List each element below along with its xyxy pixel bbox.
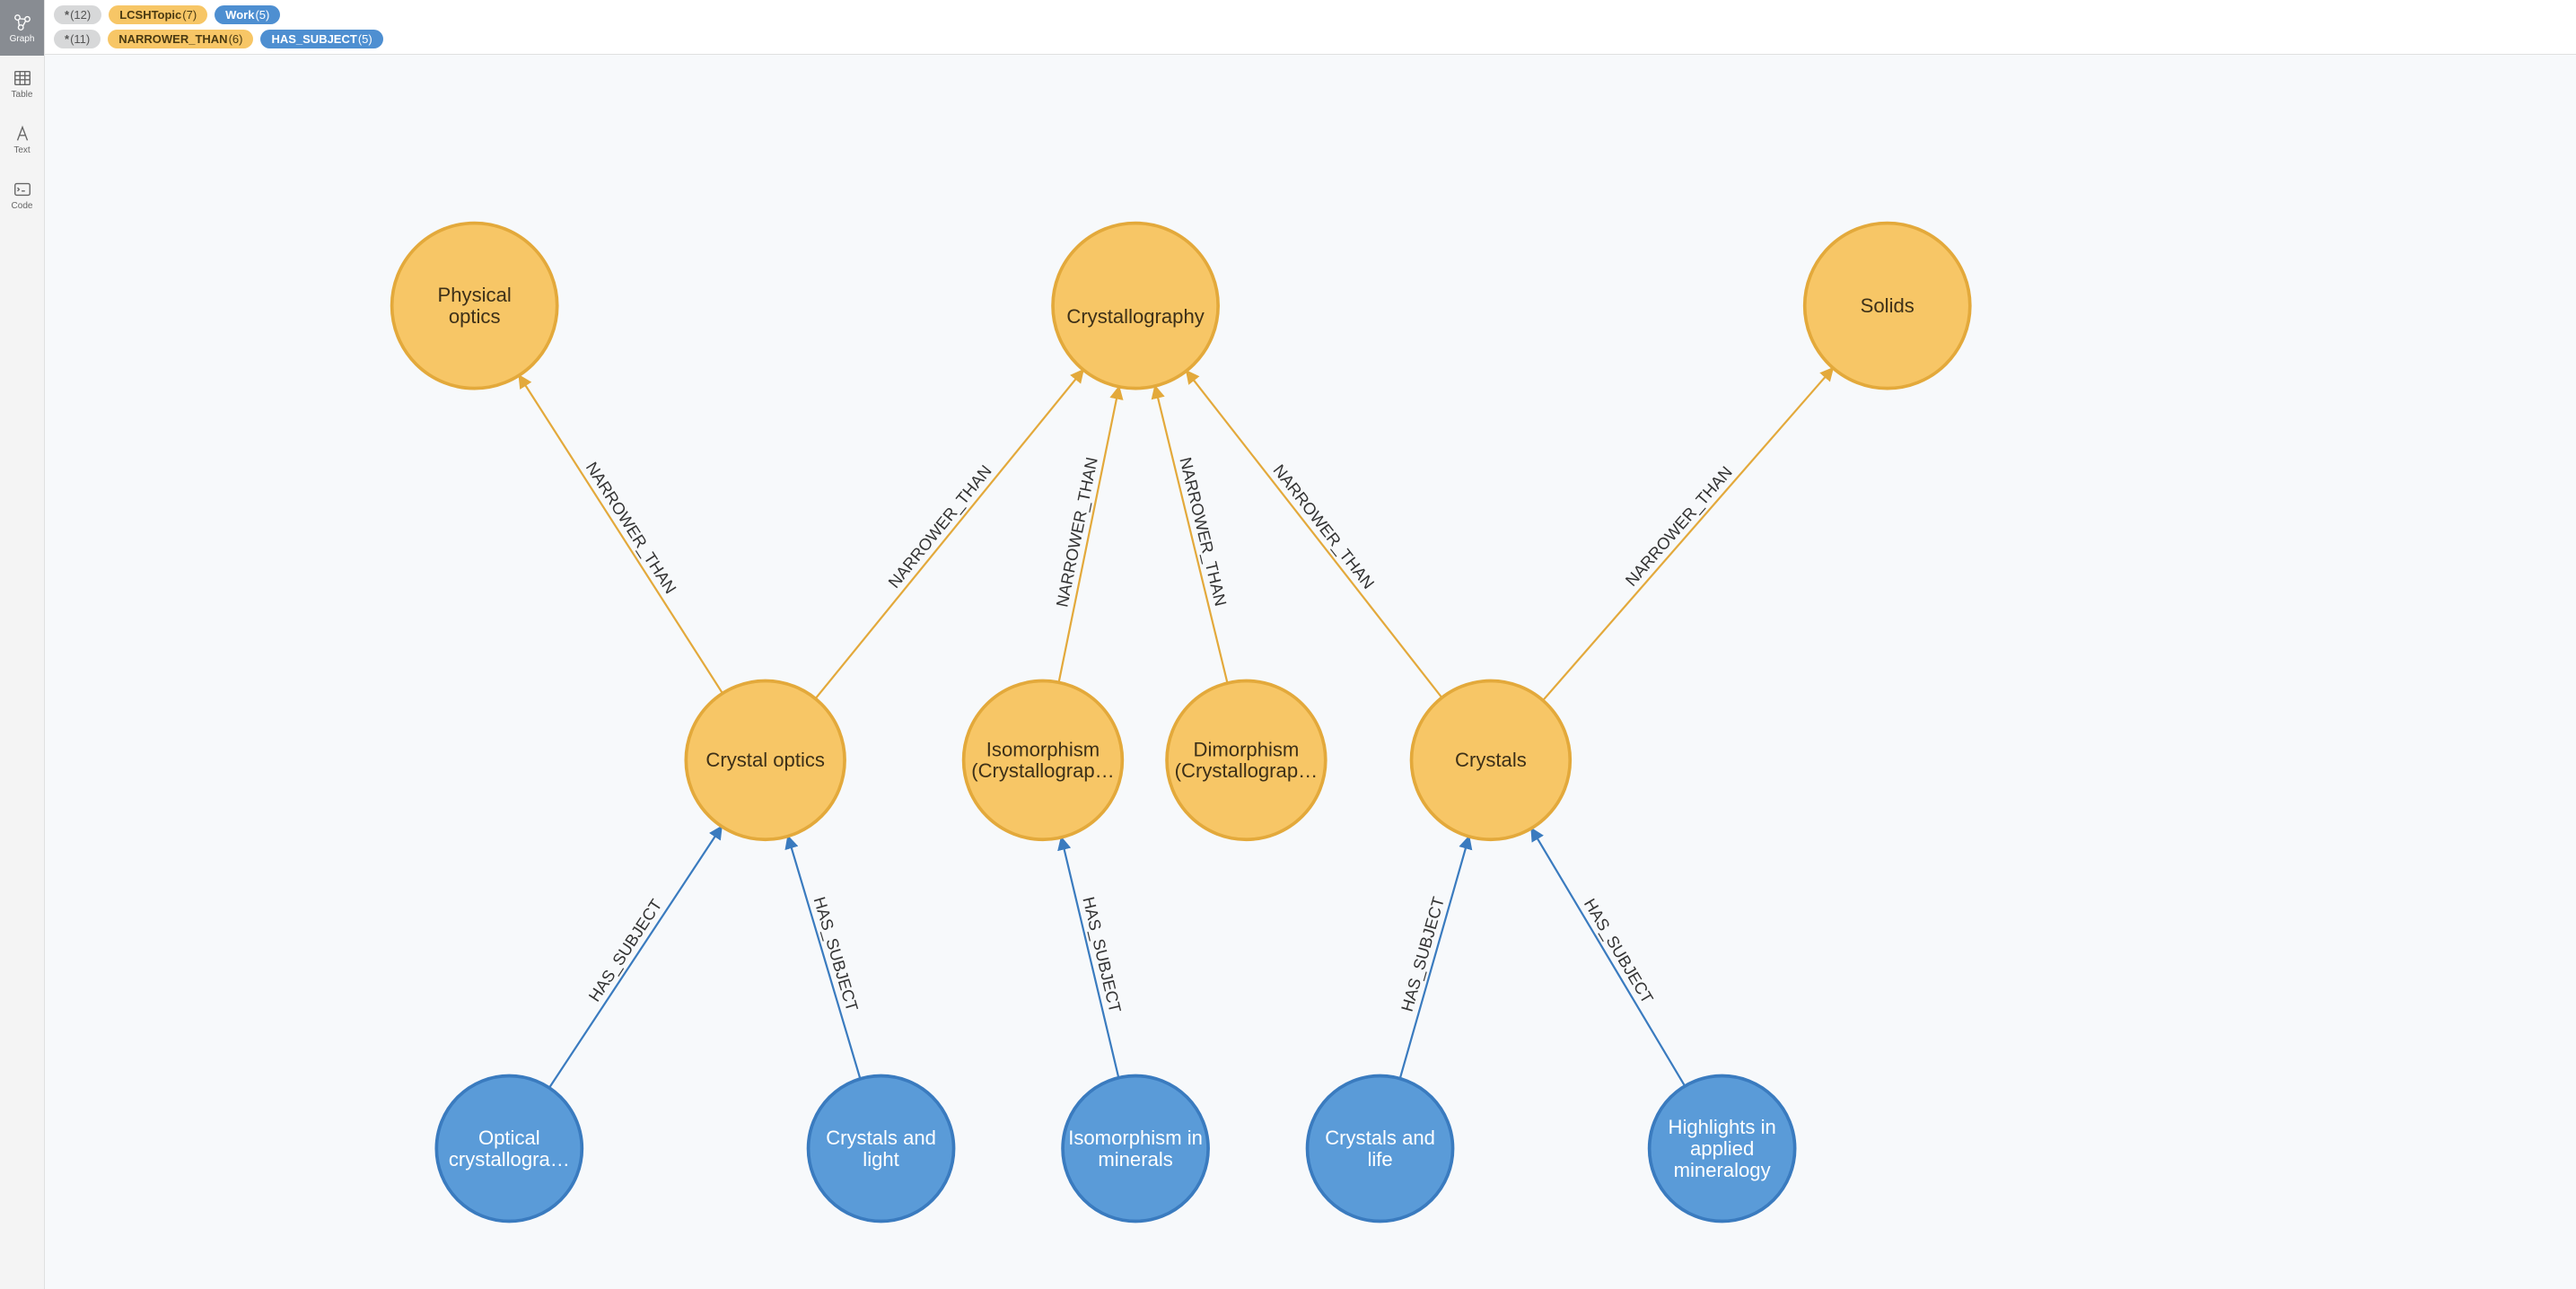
edge-narrower-than[interactable]: NARROWER_THAN bbox=[815, 370, 1082, 698]
edge-narrower-than[interactable]: NARROWER_THAN bbox=[1543, 368, 1833, 700]
work-node[interactable]: Crystals andlight bbox=[809, 1076, 954, 1222]
edge-narrower-than[interactable]: NARROWER_THAN bbox=[519, 375, 723, 693]
edge-label: NARROWER_THAN bbox=[1621, 462, 1736, 590]
chip-count: (7) bbox=[182, 8, 197, 22]
filter-chip[interactable]: HAS_SUBJECT(5) bbox=[260, 30, 382, 48]
filter-chip[interactable]: *(12) bbox=[54, 5, 101, 24]
sidebar-item-table[interactable]: Table bbox=[0, 56, 44, 111]
chip-label: NARROWER_THAN bbox=[118, 32, 227, 46]
chip-count: (5) bbox=[255, 8, 269, 22]
edge-narrower-than[interactable]: NARROWER_THAN bbox=[1155, 386, 1231, 683]
chip-count: (12) bbox=[70, 8, 91, 22]
topic-node[interactable]: Solids bbox=[1805, 224, 1970, 389]
edge-has-subject[interactable]: HAS_SUBJECT bbox=[549, 827, 722, 1088]
work-node[interactable]: Opticalcrystallogra… bbox=[436, 1076, 582, 1222]
edge-label: HAS_SUBJECT bbox=[1580, 895, 1657, 1007]
topic-node[interactable]: Crystals bbox=[1412, 681, 1571, 840]
edge-narrower-than[interactable]: NARROWER_THAN bbox=[1187, 371, 1442, 697]
chip-count: (6) bbox=[229, 32, 243, 46]
sidebar-item-label: Code bbox=[12, 201, 33, 211]
sidebar-item-label: Text bbox=[13, 145, 30, 155]
topic-node[interactable]: Crystallography bbox=[1053, 224, 1218, 389]
topic-node[interactable]: Dimorphism(Crystallograp… bbox=[1167, 681, 1326, 840]
edge-has-subject[interactable]: HAS_SUBJECT bbox=[1531, 829, 1685, 1086]
sidebar-item-graph[interactable]: Graph bbox=[0, 0, 44, 56]
sidebar-item-text[interactable]: Text bbox=[0, 111, 44, 167]
sidebar-item-label: Graph bbox=[10, 34, 35, 44]
chip-label: * bbox=[65, 8, 69, 22]
sidebar-item-label: Table bbox=[12, 90, 33, 100]
graph-canvas[interactable]: NARROWER_THANNARROWER_THANNARROWER_THANN… bbox=[45, 0, 2576, 1289]
filter-chip[interactable]: LCSHTopic(7) bbox=[109, 5, 207, 24]
chip-label: * bbox=[65, 32, 69, 46]
view-sidebar: Graph Table Text Code bbox=[0, 0, 45, 1289]
work-node[interactable]: Crystals andlife bbox=[1308, 1076, 1453, 1222]
edge-label: NARROWER_THAN bbox=[1269, 460, 1379, 592]
topic-node[interactable]: Crystal optics bbox=[686, 681, 845, 840]
edge-label: NARROWER_THAN bbox=[884, 461, 995, 592]
edge-narrower-than[interactable]: NARROWER_THAN bbox=[1052, 387, 1118, 682]
chip-count: (11) bbox=[70, 32, 90, 46]
edge-label: NARROWER_THAN bbox=[1052, 455, 1101, 609]
filter-chip[interactable]: NARROWER_THAN(6) bbox=[108, 30, 253, 48]
edge-has-subject[interactable]: HAS_SUBJECT bbox=[788, 837, 862, 1079]
chip-count: (5) bbox=[358, 32, 372, 46]
filter-chip[interactable]: *(11) bbox=[54, 30, 101, 48]
sidebar-item-code[interactable]: Code bbox=[0, 167, 44, 223]
topic-node[interactable]: Isomorphism(Crystallograp… bbox=[964, 681, 1123, 840]
topic-node[interactable]: Physicaloptics bbox=[392, 224, 557, 389]
chip-label: LCSHTopic bbox=[119, 8, 181, 22]
work-node[interactable]: Isomorphism inminerals bbox=[1063, 1076, 1208, 1222]
filter-chip[interactable]: Work(5) bbox=[215, 5, 280, 24]
node-label-chips: *(12) LCSHTopic(7) Work(5) bbox=[54, 5, 2567, 24]
filter-bar: *(12)LCSHTopic(7)Work(5)*(11)NARROWER_TH… bbox=[45, 0, 2576, 55]
relationship-chips: *(11) NARROWER_THAN(6) HAS_SUBJECT(5) bbox=[54, 30, 2567, 48]
edge-has-subject[interactable]: HAS_SUBJECT bbox=[1061, 837, 1125, 1078]
edge-label: NARROWER_THAN bbox=[582, 459, 680, 598]
chip-label: HAS_SUBJECT bbox=[271, 32, 356, 46]
edge-label: HAS_SUBJECT bbox=[1078, 895, 1125, 1014]
edge-label: HAS_SUBJECT bbox=[584, 896, 666, 1005]
chip-label: Work bbox=[225, 8, 254, 22]
work-node[interactable]: Highlights inappliedmineralogy bbox=[1650, 1076, 1795, 1222]
edge-has-subject[interactable]: HAS_SUBJECT bbox=[1398, 837, 1469, 1079]
